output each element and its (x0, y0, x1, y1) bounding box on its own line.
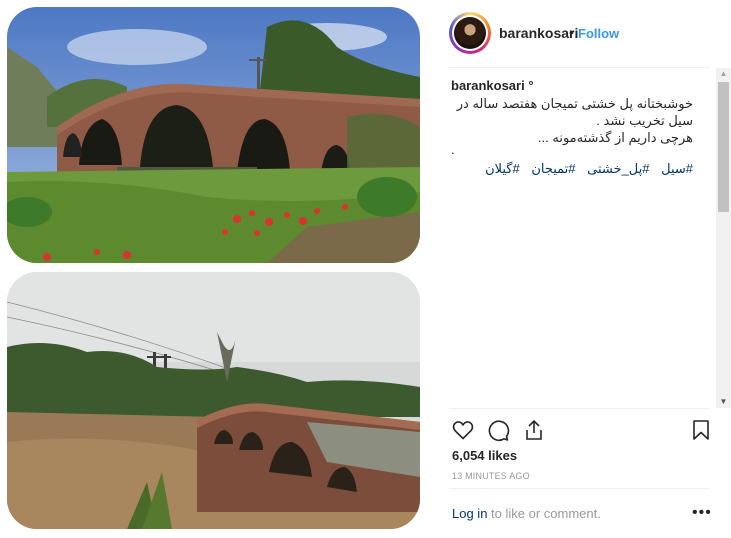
caption-line-1: خوشبختانه پل خشتی تمیجان هفتصد ساله در (456, 96, 693, 111)
actions-divider (449, 408, 710, 409)
story-ring[interactable] (449, 12, 491, 54)
avatar-image (454, 17, 486, 49)
more-options-icon[interactable]: ••• (692, 504, 712, 522)
likes-count[interactable]: 6,054 likes (452, 448, 517, 463)
caption-scrollbar[interactable]: ▲ ▼ (716, 68, 731, 408)
hashtag-link[interactable]: #پل_خشتی (587, 161, 649, 176)
action-bar (449, 416, 719, 446)
follow-button[interactable]: Follow (578, 26, 619, 41)
hashtag-link[interactable]: #گیلان (485, 161, 520, 176)
scrollbar-thumb[interactable] (718, 82, 729, 212)
post-timestamp: 13 MINUTES AGO (452, 471, 530, 481)
header-username[interactable]: barankosari (499, 25, 578, 41)
login-prompt: Log in to like or comment. (452, 506, 601, 521)
header-divider (449, 67, 710, 68)
login-link[interactable]: Log in (452, 506, 487, 521)
arrow-up-icon[interactable]: ▲ (716, 68, 731, 80)
bridge-photo-flood (7, 272, 420, 529)
caption-hashtags: #سیل #پل_خشتی #تمیجان #گیلان (477, 161, 693, 177)
caption-line-3: هرچی داریم از گذشته‌مونه ... (537, 130, 693, 145)
share-icon[interactable] (522, 418, 546, 442)
post-media (0, 0, 425, 538)
comment-divider (449, 488, 710, 489)
post-header: barankosari • Follow (437, 0, 727, 66)
caption-line-4: . (451, 142, 455, 157)
login-prompt-text: to like or comment. (487, 506, 601, 521)
post-caption: barankosari ° خوشبختانه پل خشتی تمیجان ه… (451, 78, 713, 404)
bookmark-icon[interactable] (689, 418, 713, 442)
caption-suffix: ° (528, 78, 534, 93)
caption-line-2: سیل تخریب نشد . (596, 113, 693, 128)
arrow-down-icon[interactable]: ▼ (716, 396, 731, 408)
hashtag-link[interactable]: #تمیجان (531, 161, 575, 176)
caption-username[interactable]: barankosari ° (451, 78, 534, 93)
bridge-photo-before (7, 7, 420, 263)
avatar[interactable] (452, 15, 488, 51)
hashtag-link[interactable]: #سیل (661, 161, 693, 176)
comment-icon[interactable] (486, 418, 510, 442)
heart-icon[interactable] (451, 418, 475, 442)
header-separator: • (569, 24, 574, 40)
